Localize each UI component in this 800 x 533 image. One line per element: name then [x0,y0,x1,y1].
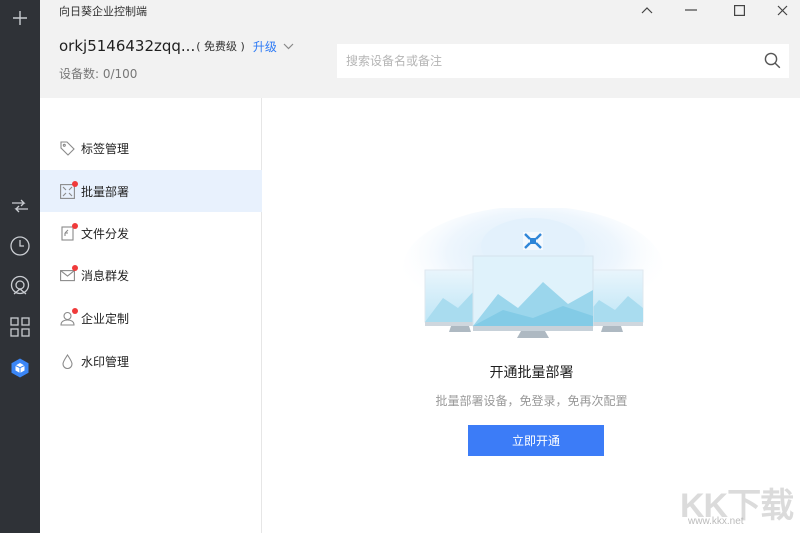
upgrade-link[interactable]: 升级 [253,38,277,55]
main-panel: 开通批量部署 批量部署设备，免登录，免再次配置 立即开通 [263,98,800,533]
chevron-down-icon[interactable] [283,43,294,50]
left-rail [0,0,40,533]
new-badge-dot [72,308,78,314]
sidebar-item-label: 标签管理 [81,141,130,156]
account-tier: ( 免费级 ) [196,40,245,53]
history-clock-icon[interactable] [0,228,40,264]
app-title: 向日葵企业控制端 [59,5,147,18]
maximize-icon[interactable] [717,0,761,20]
file-distribute-icon [59,223,78,241]
sidebar-item-batch-deploy[interactable]: 批量部署 [40,170,262,212]
apps-grid-icon[interactable] [0,309,40,345]
sidebar-item-file-distribute[interactable]: 文件分发 [40,212,262,254]
header: 向日葵企业控制端 orkj5146432zqq... ( 免费级 ) 升级 设备… [40,0,800,98]
enterprise-cube-icon[interactable] [0,350,40,386]
watermark-url: www.kkx.net [688,516,744,527]
account-info: orkj5146432zqq... ( 免费级 ) 升级 [59,36,294,56]
remote-control-icon[interactable] [0,188,40,224]
watermark-drop-icon [59,353,75,369]
sidebar-item-tags[interactable]: 标签管理 [40,127,262,169]
close-icon[interactable] [760,0,800,20]
batch-deploy-illustration [403,208,663,338]
search-icon[interactable] [764,52,781,73]
chevron-up-icon[interactable] [625,0,669,20]
new-badge-dot [72,265,78,271]
site-watermark: KK下载 www.kkx.net [680,478,794,528]
sidebar-item-label: 消息群发 [81,268,130,283]
mail-icon [59,265,78,283]
page-title: 开通批量部署 [489,365,574,381]
sidebar-item-message-broadcast[interactable]: 消息群发 [40,254,262,296]
page-description: 批量部署设备，免登录，免再次配置 [435,394,628,408]
search-box [337,44,789,78]
search-input[interactable] [346,46,746,76]
device-count: 设备数: 0/100 [59,67,138,81]
minimize-icon[interactable] [669,0,713,20]
account-name: orkj5146432zqq... [59,37,196,55]
discover-icon[interactable] [0,268,40,304]
sidebar-item-label: 水印管理 [81,354,130,369]
new-badge-dot [72,181,78,187]
add-icon[interactable] [0,0,40,36]
deploy-icon [523,232,543,250]
sidebar-item-enterprise-custom[interactable]: 企业定制 [40,297,262,339]
sidebar-item-label: 企业定制 [81,311,130,326]
new-badge-dot [72,223,78,229]
sidebar-item-watermark[interactable]: 水印管理 [40,340,262,382]
enterprise-icon [59,308,78,326]
sidebar: 标签管理 批量部署 文件分发 消息群发 企业定制 水印管理 [40,98,262,533]
sidebar-item-label: 批量部署 [81,184,130,199]
deploy-icon [59,181,78,199]
activate-now-button[interactable]: 立即开通 [468,425,604,456]
tag-icon [59,140,75,156]
sidebar-item-label: 文件分发 [81,226,130,241]
